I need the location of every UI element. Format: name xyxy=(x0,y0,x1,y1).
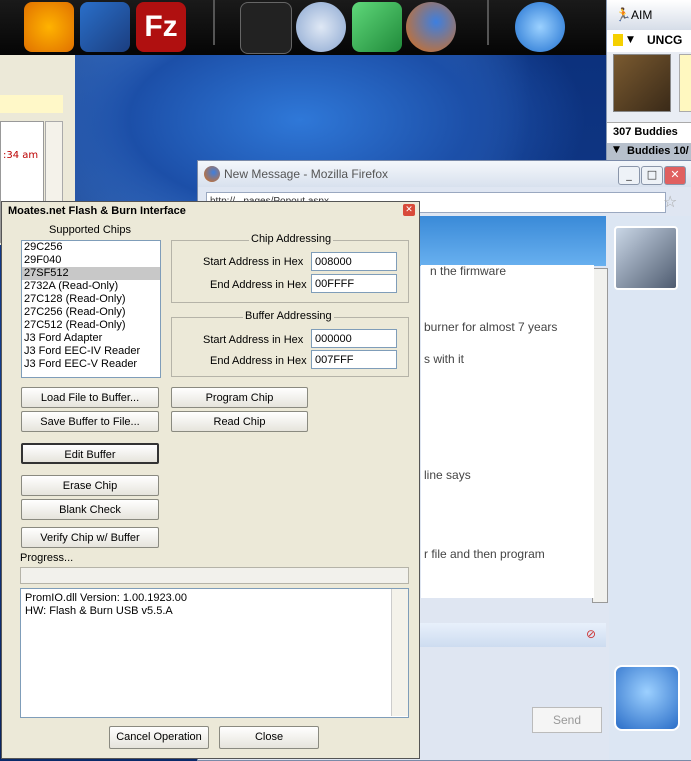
chat-header-banner xyxy=(420,216,606,266)
buddy-group-header[interactable]: ▼ Buddies 10/ xyxy=(607,143,691,160)
close-icon[interactable]: ✕ xyxy=(403,204,415,216)
group-label: Buffer Addressing xyxy=(243,310,334,322)
chip-list-item[interactable]: J3 Ford Adapter xyxy=(22,332,160,345)
buffer-addressing-group: Buffer Addressing Start Address in Hex E… xyxy=(171,310,409,377)
chat-message: burner for almost 7 years xyxy=(424,320,558,334)
window-title: New Message - Mozilla Firefox xyxy=(224,167,389,181)
my-avatar[interactable] xyxy=(614,665,680,731)
bookmark-star-icon[interactable]: ☆ xyxy=(663,192,677,211)
log-line: HW: Flash & Burn USB v5.5.A xyxy=(25,605,173,617)
chip-list-item[interactable]: 29C256 xyxy=(22,241,160,254)
note-icon xyxy=(613,34,623,46)
supported-chips-list[interactable]: 29C256 29F040 27SF512 2732A (Read-Only) 27C1… xyxy=(21,240,161,378)
gear-app-icon[interactable] xyxy=(515,2,565,52)
start-address-label: Start Address in Hex xyxy=(203,256,304,268)
chat-message: line says xyxy=(424,468,471,482)
dialog-title-bar[interactable]: Moates.net Flash & Burn Interface ✕ xyxy=(2,202,419,220)
chip-programmer-icon[interactable] xyxy=(240,2,292,54)
program-chip-button[interactable]: Program Chip xyxy=(171,387,308,408)
buddy-count-bar: 307 Buddies xyxy=(607,122,691,143)
buddy-group-label: Buddies 10/ xyxy=(627,145,689,157)
blank-check-button[interactable]: Blank Check xyxy=(21,499,159,520)
firefox-icon xyxy=(204,166,220,182)
chat-message: s with it xyxy=(424,352,465,366)
chip-list-item[interactable]: 27C512 (Read-Only) xyxy=(22,319,160,332)
dialog-title: Moates.net Flash & Burn Interface xyxy=(8,205,186,217)
buffer-start-address-input[interactable] xyxy=(311,329,397,348)
end-address-label: End Address in Hex xyxy=(210,279,307,291)
running-man-app-icon[interactable] xyxy=(24,2,74,52)
read-chip-button[interactable]: Read Chip xyxy=(171,411,308,432)
status-message xyxy=(679,54,691,112)
chat-scrollbar[interactable] xyxy=(592,268,608,603)
buddy-avatar[interactable] xyxy=(614,226,678,290)
itunes-icon[interactable] xyxy=(296,2,346,52)
book-app-icon[interactable] xyxy=(80,2,130,52)
block-icon[interactable]: ⊘ xyxy=(586,627,596,641)
firefox-title-bar[interactable]: New Message - Mozilla Firefox _ □ ✕ xyxy=(198,161,691,187)
buffer-end-address-input[interactable] xyxy=(311,350,397,369)
chip-list-item[interactable]: J3 Ford EEC-IV Reader xyxy=(22,345,160,358)
close-button[interactable]: ✕ xyxy=(664,166,686,185)
timestamp: :34 am xyxy=(3,150,39,161)
user-avatar[interactable] xyxy=(613,54,671,112)
firefox-icon[interactable] xyxy=(406,2,456,52)
send-button[interactable]: Send xyxy=(532,707,602,733)
filezilla-icon[interactable]: Fz xyxy=(136,2,186,52)
application-dock: Fz xyxy=(0,0,606,55)
log-scrollbar[interactable] xyxy=(391,589,408,716)
minimize-button[interactable]: _ xyxy=(618,166,640,185)
buddy-count: 307 Buddies xyxy=(613,126,678,138)
end-address-label: End Address in Hex xyxy=(210,355,307,367)
chip-addressing-group: Chip Addressing Start Address in Hex End… xyxy=(171,233,409,303)
erase-chip-button[interactable]: Erase Chip xyxy=(21,475,159,496)
chevron-down-icon: ▼ xyxy=(627,35,634,45)
close-dialog-button[interactable]: Close xyxy=(219,726,319,749)
log-output[interactable]: PromIO.dll Version: 1.00.1923.00 HW: Fla… xyxy=(20,588,409,718)
aim-user-bar[interactable]: ▼ UNCG xyxy=(607,30,691,52)
chevron-down-icon: ▼ xyxy=(613,145,620,155)
load-file-button[interactable]: Load File to Buffer... xyxy=(21,387,159,408)
chip-list-item[interactable]: 27C128 (Read-Only) xyxy=(22,293,160,306)
cancel-operation-button[interactable]: Cancel Operation xyxy=(109,726,209,749)
dock-separator xyxy=(487,0,489,45)
aim-logo-icon: 🏃 xyxy=(615,8,632,23)
supported-chips-label: Supported Chips xyxy=(49,224,131,236)
cube-app-icon[interactable] xyxy=(352,2,402,52)
log-line: PromIO.dll Version: 1.00.1923.00 xyxy=(25,592,188,604)
chip-list-item[interactable]: 27SF512 xyxy=(22,267,160,280)
notification-strip xyxy=(0,95,63,113)
format-toolbar: ⊘ xyxy=(420,623,606,647)
verify-chip-button[interactable]: Verify Chip w/ Buffer xyxy=(21,527,159,548)
group-label: Chip Addressing xyxy=(249,233,334,245)
maximize-button[interactable]: □ xyxy=(641,166,663,185)
chip-start-address-input[interactable] xyxy=(311,252,397,271)
chip-list-item[interactable]: 29F040 xyxy=(22,254,160,267)
progress-label: Progress... xyxy=(20,552,74,564)
save-buffer-button[interactable]: Save Buffer to File... xyxy=(21,411,159,432)
chip-list-item[interactable]: 27C256 (Read-Only) xyxy=(22,306,160,319)
chip-list-item[interactable]: J3 Ford EEC-V Reader xyxy=(22,358,160,371)
progress-bar xyxy=(20,567,409,584)
chip-end-address-input[interactable] xyxy=(311,274,397,293)
aim-header: 🏃 AIM xyxy=(607,0,691,30)
chat-message: n the firmware xyxy=(430,264,507,278)
chip-list-item[interactable]: 2732A (Read-Only) xyxy=(22,280,160,293)
aim-title: AIM xyxy=(631,8,653,22)
aim-username: UNCG xyxy=(647,33,683,47)
start-address-label: Start Address in Hex xyxy=(203,334,304,346)
chat-message: r file and then program xyxy=(424,547,545,561)
flash-burn-dialog: Moates.net Flash & Burn Interface ✕ Supp… xyxy=(1,201,420,759)
dock-separator xyxy=(213,0,215,45)
edit-buffer-button[interactable]: Edit Buffer xyxy=(21,443,159,464)
